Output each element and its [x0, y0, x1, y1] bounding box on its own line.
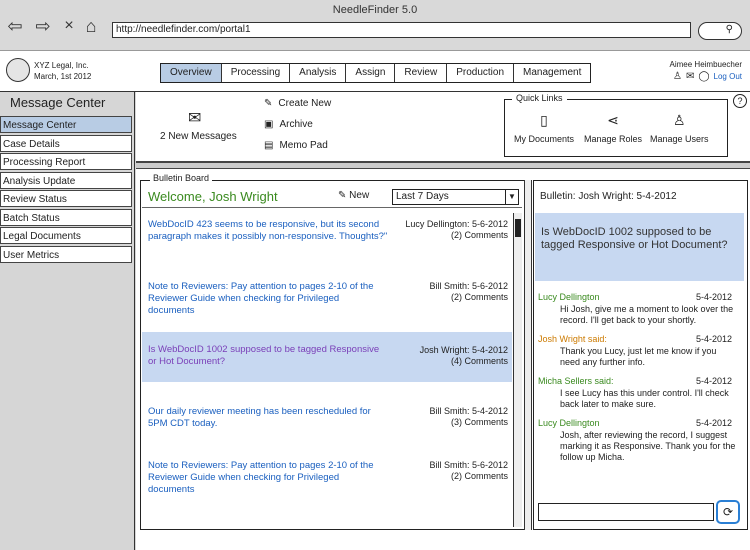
search-icon: ⚲: [725, 24, 733, 35]
message-date: 5-4-2012: [695, 334, 732, 344]
message-date: 5-4-2012: [695, 292, 732, 302]
message-author: Micha Sellers said:: [538, 376, 614, 386]
chat-icon[interactable]: ◯: [698, 71, 709, 82]
post-text[interactable]: Our daily reviewer meeting has been resc…: [148, 406, 388, 430]
message-body: Thank you Lucy, just let me know if you …: [560, 346, 717, 367]
tab-review[interactable]: Review: [395, 64, 448, 82]
bulletin-post-selected[interactable]: Is WebDocID 1002 supposed to be tagged R…: [142, 332, 512, 382]
post-meta: Josh Wright: 5-4-2012 (4) Comments: [419, 345, 508, 366]
archive-button[interactable]: ▣ Archive: [264, 119, 313, 130]
sidebar-item-processing-report[interactable]: Processing Report: [0, 153, 132, 170]
bulletin-scrollbar[interactable]: [513, 213, 522, 527]
archive-icon: ▣: [264, 119, 274, 130]
top-nav: Overview Processing Analysis Assign Revi…: [160, 63, 592, 83]
browser-search[interactable]: ⚲: [698, 22, 742, 40]
post-text[interactable]: Is WebDocID 1002 supposed to be tagged R…: [148, 344, 388, 368]
company-name: XYZ Legal, Inc.: [34, 61, 89, 70]
memo-icon: ▤: [264, 140, 274, 151]
company-info: XYZ Legal, Inc. March, 1st 2012: [34, 60, 91, 82]
scroll-thumb[interactable]: [515, 219, 521, 237]
user-name: Aimee Heimbuecher: [669, 60, 742, 69]
post-text[interactable]: Note to Reviewers: Pay attention to page…: [148, 281, 388, 317]
tab-overview[interactable]: Overview: [161, 64, 222, 82]
my-documents-link[interactable]: ▯ My Documents: [514, 112, 574, 144]
share-icon: ⋖: [607, 112, 619, 128]
bulletin-post[interactable]: Our daily reviewer meeting has been resc…: [142, 402, 512, 438]
sidebar-item-analysis-update[interactable]: Analysis Update: [0, 172, 132, 189]
chat-message: Lucy Dellington 5-4-2012 Josh, after rev…: [538, 418, 738, 463]
chat-input[interactable]: [538, 503, 714, 521]
message-author: Lucy Dellington: [538, 292, 600, 302]
divider-line: [142, 207, 522, 208]
envelope-icon[interactable]: ✉: [188, 108, 201, 128]
post-meta: Lucy Dellington: 5-6-2012 (2) Comments: [405, 219, 508, 240]
manage-roles-link[interactable]: ⋖ Manage Roles: [584, 112, 642, 144]
post-text[interactable]: Note to Reviewers: Pay attention to page…: [148, 460, 388, 496]
pencil-icon: ✎: [338, 190, 350, 201]
memo-pad-button[interactable]: ▤ Memo Pad: [264, 140, 328, 151]
sidebar-item-batch-status[interactable]: Batch Status: [0, 209, 132, 226]
message-body: I see Lucy has this under control. I'll …: [560, 388, 729, 409]
tab-processing[interactable]: Processing: [222, 64, 291, 82]
panel-splitter[interactable]: [136, 161, 750, 169]
new-messages-link[interactable]: 2 New Messages: [160, 131, 237, 142]
send-icon[interactable]: ⟳: [716, 500, 740, 524]
message-date: 5-4-2012: [695, 418, 732, 428]
post-text[interactable]: WebDocID 423 seems to be responsive, but…: [148, 219, 388, 243]
window-title: NeedleFinder 5.0: [332, 4, 418, 16]
post-meta: Bill Smith: 5-6-2012 (2) Comments: [429, 281, 508, 302]
mail-icon[interactable]: ✉: [686, 71, 694, 82]
help-icon[interactable]: ?: [733, 94, 747, 108]
sidebar-item-message-center[interactable]: Message Center: [0, 116, 132, 133]
post-meta: Bill Smith: 5-6-2012 (2) Comments: [429, 460, 508, 481]
back-icon[interactable]: ⇦: [4, 16, 26, 36]
logout-link[interactable]: Log Out: [714, 72, 742, 81]
user-actions: ♙ ✉ ◯ Log Out: [673, 71, 742, 82]
close-icon[interactable]: ×: [58, 16, 80, 36]
document-icon: ▯: [540, 112, 548, 128]
message-date: 5-4-2012: [695, 376, 732, 386]
post-meta: Bill Smith: 5-4-2012 (3) Comments: [429, 406, 508, 427]
bulletin-board-title: Bulletin Board: [150, 173, 213, 183]
tab-assign[interactable]: Assign: [346, 64, 396, 82]
create-new-button[interactable]: ✎ Create New: [264, 98, 331, 109]
chat-message: Lucy Dellington 5-4-2012 Hi Josh, give m…: [538, 292, 738, 326]
bulletin-post[interactable]: Note to Reviewers: Pay attention to page…: [142, 277, 512, 325]
bulletin-post[interactable]: Note to Reviewers: Pay attention to page…: [142, 456, 512, 495]
pencil-icon: ✎: [264, 98, 273, 109]
tab-management[interactable]: Management: [514, 64, 590, 82]
home-icon[interactable]: ⌂: [80, 16, 102, 36]
users-icon: ♙: [672, 112, 686, 128]
bulletin-detail-title: Bulletin: Josh Wright: 5-4-2012: [540, 191, 677, 202]
column-splitter[interactable]: [524, 180, 532, 530]
sidebar-item-user-metrics[interactable]: User Metrics: [0, 246, 132, 263]
new-post-button[interactable]: ✎ New: [338, 190, 369, 201]
chat-message: Micha Sellers said: 5-4-2012 I see Lucy …: [538, 376, 738, 410]
bulletin-question: Is WebDocID 1002 supposed to be tagged R…: [535, 213, 744, 281]
message-body: Josh, after reviewing the record, I sugg…: [560, 430, 736, 462]
message-author: Josh Wright said:: [538, 334, 607, 344]
current-date: March, 1st 2012: [34, 72, 92, 81]
quick-links-title: Quick Links: [512, 93, 567, 103]
sidebar-title: Message Center: [10, 95, 106, 110]
url-bar[interactable]: http://needlefinder.com/portal1: [112, 22, 691, 38]
company-logo: [6, 58, 30, 82]
welcome-text: Welcome, Josh Wright: [148, 189, 278, 204]
chevron-down-icon: ▼: [505, 190, 518, 204]
sidebar-item-case-details[interactable]: Case Details: [0, 135, 132, 152]
manage-users-link[interactable]: ♙ Manage Users: [650, 112, 709, 144]
message-author: Lucy Dellington: [538, 418, 600, 428]
message-body: Hi Josh, give me a moment to look over t…: [560, 304, 734, 325]
sidebar-item-legal-documents[interactable]: Legal Documents: [0, 227, 132, 244]
chat-message: Josh Wright said: 5-4-2012 Thank you Luc…: [538, 334, 738, 368]
forward-icon[interactable]: ⇨: [32, 16, 54, 36]
tab-analysis[interactable]: Analysis: [290, 64, 347, 82]
tab-production[interactable]: Production: [447, 64, 515, 82]
date-filter-select[interactable]: ▼ Last 7 Days: [392, 189, 519, 205]
bulletin-post[interactable]: WebDocID 423 seems to be responsive, but…: [142, 215, 512, 271]
sidebar-item-review-status[interactable]: Review Status: [0, 190, 132, 207]
user-icon[interactable]: ♙: [673, 71, 682, 82]
